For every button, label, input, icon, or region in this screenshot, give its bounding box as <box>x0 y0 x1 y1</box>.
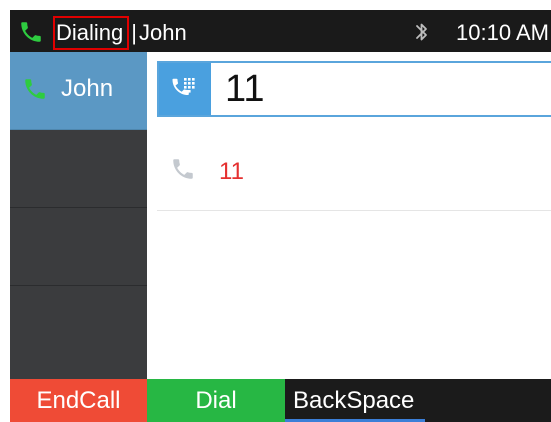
line-key-2[interactable] <box>10 130 147 208</box>
status-title: Dialing |John <box>53 16 187 50</box>
dial-number-input[interactable]: 11 <box>225 67 264 111</box>
phone-icon <box>173 159 193 179</box>
status-separator: | <box>131 20 137 45</box>
backspace-button[interactable]: BackSpace <box>285 379 425 422</box>
dial-area: 11 11 <box>147 52 551 379</box>
dialpad-phone-icon <box>172 78 195 95</box>
softkey-bar: EndCall Dial BackSpace <box>10 379 551 422</box>
line-panel: John <box>10 52 147 379</box>
phone-icon <box>21 22 41 42</box>
phone-screen: Dialing |John 10:10 AM John 11 11 EndCal… <box>10 10 551 422</box>
line-key-3[interactable] <box>10 208 147 286</box>
line-key-4[interactable] <box>10 286 147 379</box>
call-state-label: Dialing <box>53 16 130 50</box>
suggestion-row[interactable]: 11 <box>157 124 551 211</box>
status-bar: Dialing |John 10:10 AM <box>10 10 551 52</box>
end-call-button[interactable]: EndCall <box>10 379 147 422</box>
dial-button[interactable]: Dial <box>147 379 285 422</box>
line-key-label: John <box>61 75 114 102</box>
status-time: 10:10 AM <box>456 20 549 45</box>
suggestion-number: 11 <box>219 158 244 185</box>
line-key-1[interactable]: John <box>10 52 147 130</box>
bluetooth-icon <box>416 23 427 41</box>
dialpad-icon-box <box>159 63 211 115</box>
dial-input-box[interactable]: 11 <box>157 61 551 117</box>
status-contact-name: John <box>138 20 187 45</box>
phone-icon <box>25 79 45 99</box>
